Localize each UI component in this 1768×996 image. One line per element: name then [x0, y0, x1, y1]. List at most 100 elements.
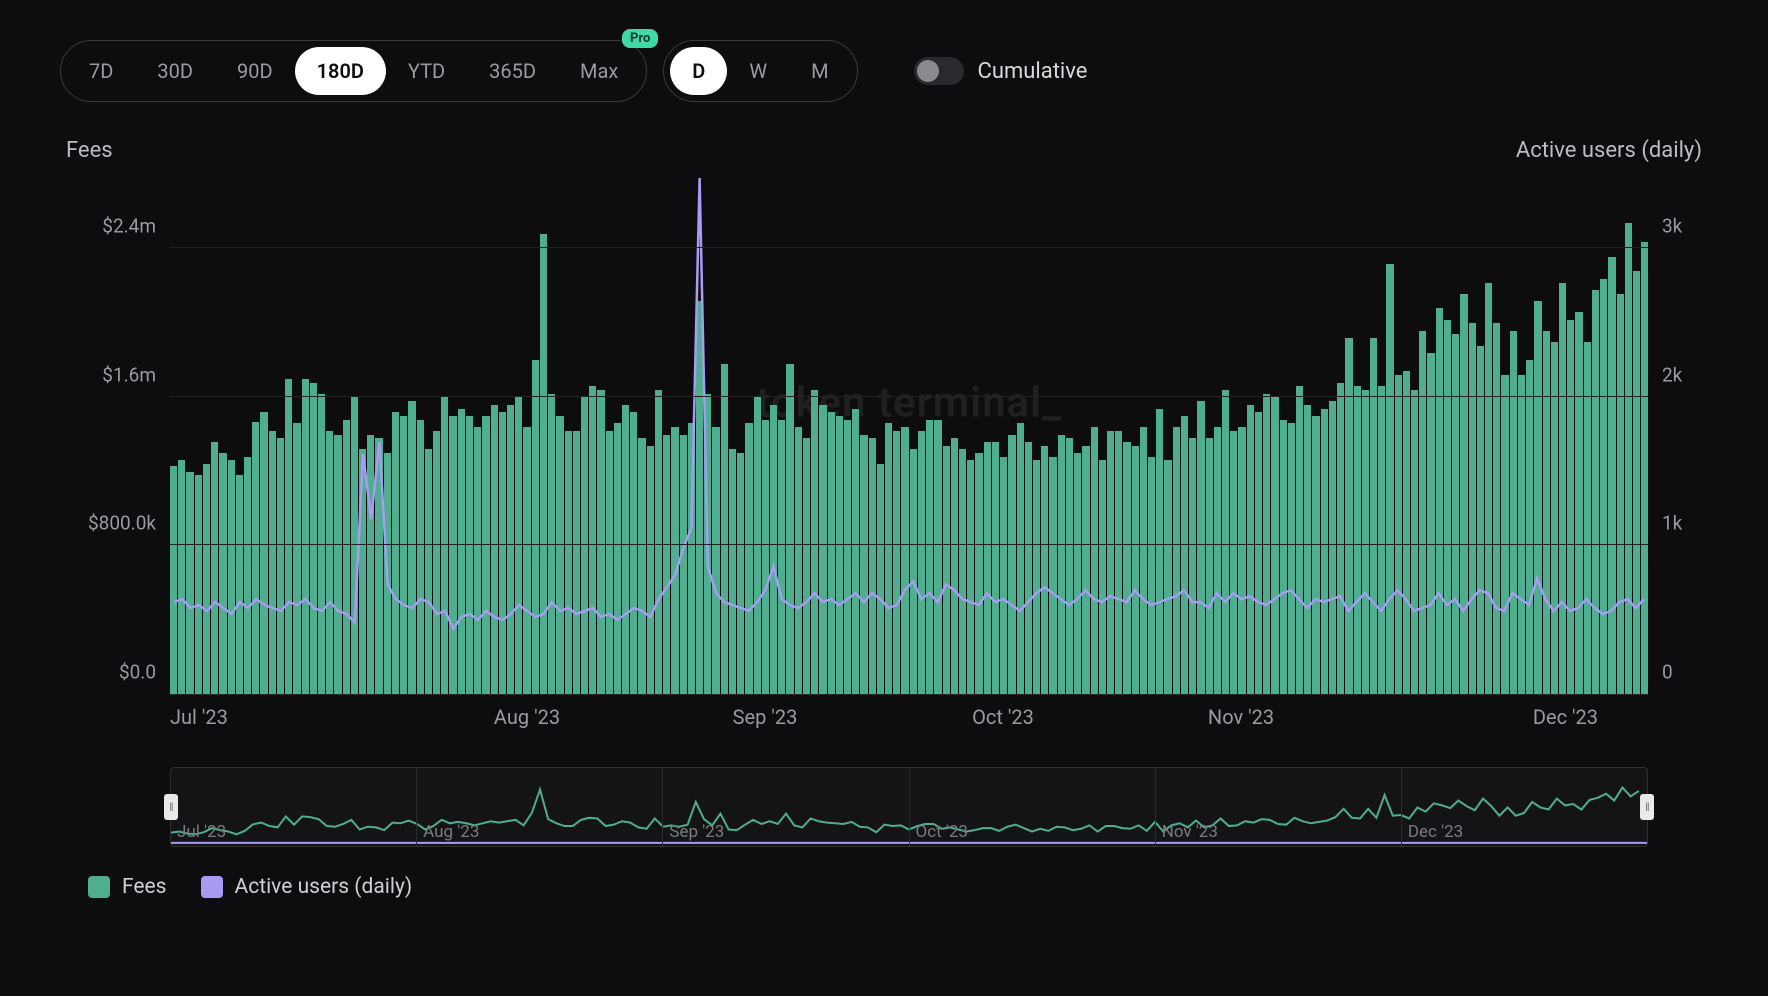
plot[interactable]: token terminal_ — [170, 175, 1648, 695]
fee-bar[interactable] — [1247, 405, 1254, 694]
fee-bar[interactable] — [786, 364, 793, 694]
fee-bar[interactable] — [1017, 423, 1024, 694]
fee-bar[interactable] — [688, 423, 695, 694]
fee-bar[interactable] — [260, 412, 267, 694]
fee-bar[interactable] — [491, 405, 498, 694]
fee-bar[interactable] — [1518, 375, 1525, 694]
fee-bar[interactable] — [1238, 427, 1245, 694]
fee-bar[interactable] — [647, 446, 654, 694]
fee-bar[interactable] — [1419, 331, 1426, 694]
fee-bar[interactable] — [959, 449, 966, 694]
fee-bar[interactable] — [712, 427, 719, 694]
fee-bar[interactable] — [967, 460, 974, 694]
fee-bar[interactable] — [211, 442, 218, 694]
fee-bar[interactable] — [236, 475, 243, 694]
fee-bar[interactable] — [1411, 390, 1418, 694]
fee-bar[interactable] — [1148, 457, 1155, 694]
fee-bar[interactable] — [244, 457, 251, 694]
fee-bar[interactable] — [170, 466, 177, 694]
fee-bar[interactable] — [1551, 342, 1558, 694]
fee-bar[interactable] — [1370, 338, 1377, 694]
fee-bar[interactable] — [671, 427, 678, 694]
range-pill-30d[interactable]: 30D — [135, 47, 215, 95]
fee-bar[interactable] — [597, 390, 604, 694]
fee-bar[interactable] — [1329, 401, 1336, 694]
fee-bar[interactable] — [1493, 323, 1500, 694]
fee-bar[interactable] — [556, 416, 563, 694]
fee-bar[interactable] — [795, 427, 802, 694]
fee-bar[interactable] — [326, 431, 333, 694]
fee-bar[interactable] — [400, 416, 407, 694]
fee-bar[interactable] — [1123, 442, 1130, 694]
fee-bar[interactable] — [581, 397, 588, 694]
fee-bar[interactable] — [1280, 420, 1287, 694]
fee-bar[interactable] — [1230, 431, 1237, 694]
fee-bar[interactable] — [441, 397, 448, 694]
legend-item[interactable]: Fees — [88, 875, 167, 899]
fee-bar[interactable] — [1173, 427, 1180, 694]
fee-bar[interactable] — [540, 234, 547, 694]
fee-bar[interactable] — [1066, 438, 1073, 694]
fee-bar[interactable] — [655, 390, 662, 694]
fee-bar[interactable] — [1354, 386, 1361, 694]
range-pill-90d[interactable]: 90D — [215, 47, 295, 95]
fee-bar[interactable] — [1444, 320, 1451, 694]
fee-bar[interactable] — [1288, 423, 1295, 694]
fee-bar[interactable] — [1534, 301, 1541, 694]
fee-bar[interactable] — [943, 446, 950, 694]
fee-bar[interactable] — [885, 423, 892, 694]
fee-bar[interactable] — [1477, 346, 1484, 694]
fee-bar[interactable] — [293, 423, 300, 694]
fee-bar[interactable] — [1189, 438, 1196, 694]
fee-bar[interactable] — [893, 431, 900, 694]
fee-bar[interactable] — [1485, 283, 1492, 694]
fee-bar[interactable] — [1008, 435, 1015, 695]
fee-bar[interactable] — [860, 435, 867, 695]
fee-bar[interactable] — [819, 405, 826, 694]
fee-bar[interactable] — [417, 420, 424, 694]
fee-bar[interactable] — [918, 431, 925, 694]
fee-bar[interactable] — [203, 464, 210, 694]
fee-bar[interactable] — [507, 405, 514, 694]
fee-bar[interactable] — [992, 442, 999, 694]
fee-bar[interactable] — [622, 405, 629, 694]
fee-bar[interactable] — [384, 453, 391, 694]
fee-bar[interactable] — [606, 431, 613, 694]
fee-bar[interactable] — [252, 422, 259, 694]
fee-bar[interactable] — [408, 401, 415, 694]
granularity-pill-m[interactable]: M — [789, 47, 850, 95]
fee-bar[interactable] — [285, 379, 292, 694]
fee-bar[interactable] — [1427, 353, 1434, 694]
fee-bar[interactable] — [1362, 390, 1369, 694]
fee-bar[interactable] — [1197, 401, 1204, 694]
fee-bar[interactable] — [466, 416, 473, 694]
fee-bar[interactable] — [359, 449, 366, 694]
range-pill-max[interactable]: Max — [558, 47, 640, 95]
fee-bar[interactable] — [1033, 460, 1040, 694]
range-pill-7d[interactable]: 7D — [67, 47, 135, 95]
fee-bar[interactable] — [269, 431, 276, 694]
fee-bar[interactable] — [1049, 457, 1056, 694]
fee-bar[interactable] — [523, 427, 530, 694]
fee-bar[interactable] — [754, 397, 761, 694]
fee-bar[interactable] — [1469, 323, 1476, 694]
fee-bar[interactable] — [367, 435, 374, 695]
fee-bar[interactable] — [1460, 294, 1467, 694]
fee-bar[interactable] — [1543, 331, 1550, 694]
fee-bar[interactable] — [984, 442, 991, 694]
fee-bar[interactable] — [1403, 371, 1410, 694]
fee-bar[interactable] — [425, 449, 432, 694]
fee-bar[interactable] — [178, 460, 185, 694]
fee-bar[interactable] — [1600, 279, 1607, 694]
fee-bar[interactable] — [1526, 360, 1533, 694]
fee-bar[interactable] — [1091, 427, 1098, 694]
fee-bar[interactable] — [852, 409, 859, 694]
fee-bar[interactable] — [1567, 320, 1574, 694]
fee-bar[interactable] — [663, 435, 670, 695]
fee-bar[interactable] — [458, 409, 465, 694]
fee-bar[interactable] — [1608, 257, 1615, 694]
fee-bar[interactable] — [302, 379, 309, 694]
fee-bar[interactable] — [1337, 383, 1344, 694]
fee-bar[interactable] — [1214, 427, 1221, 694]
fee-bar[interactable] — [351, 397, 358, 694]
